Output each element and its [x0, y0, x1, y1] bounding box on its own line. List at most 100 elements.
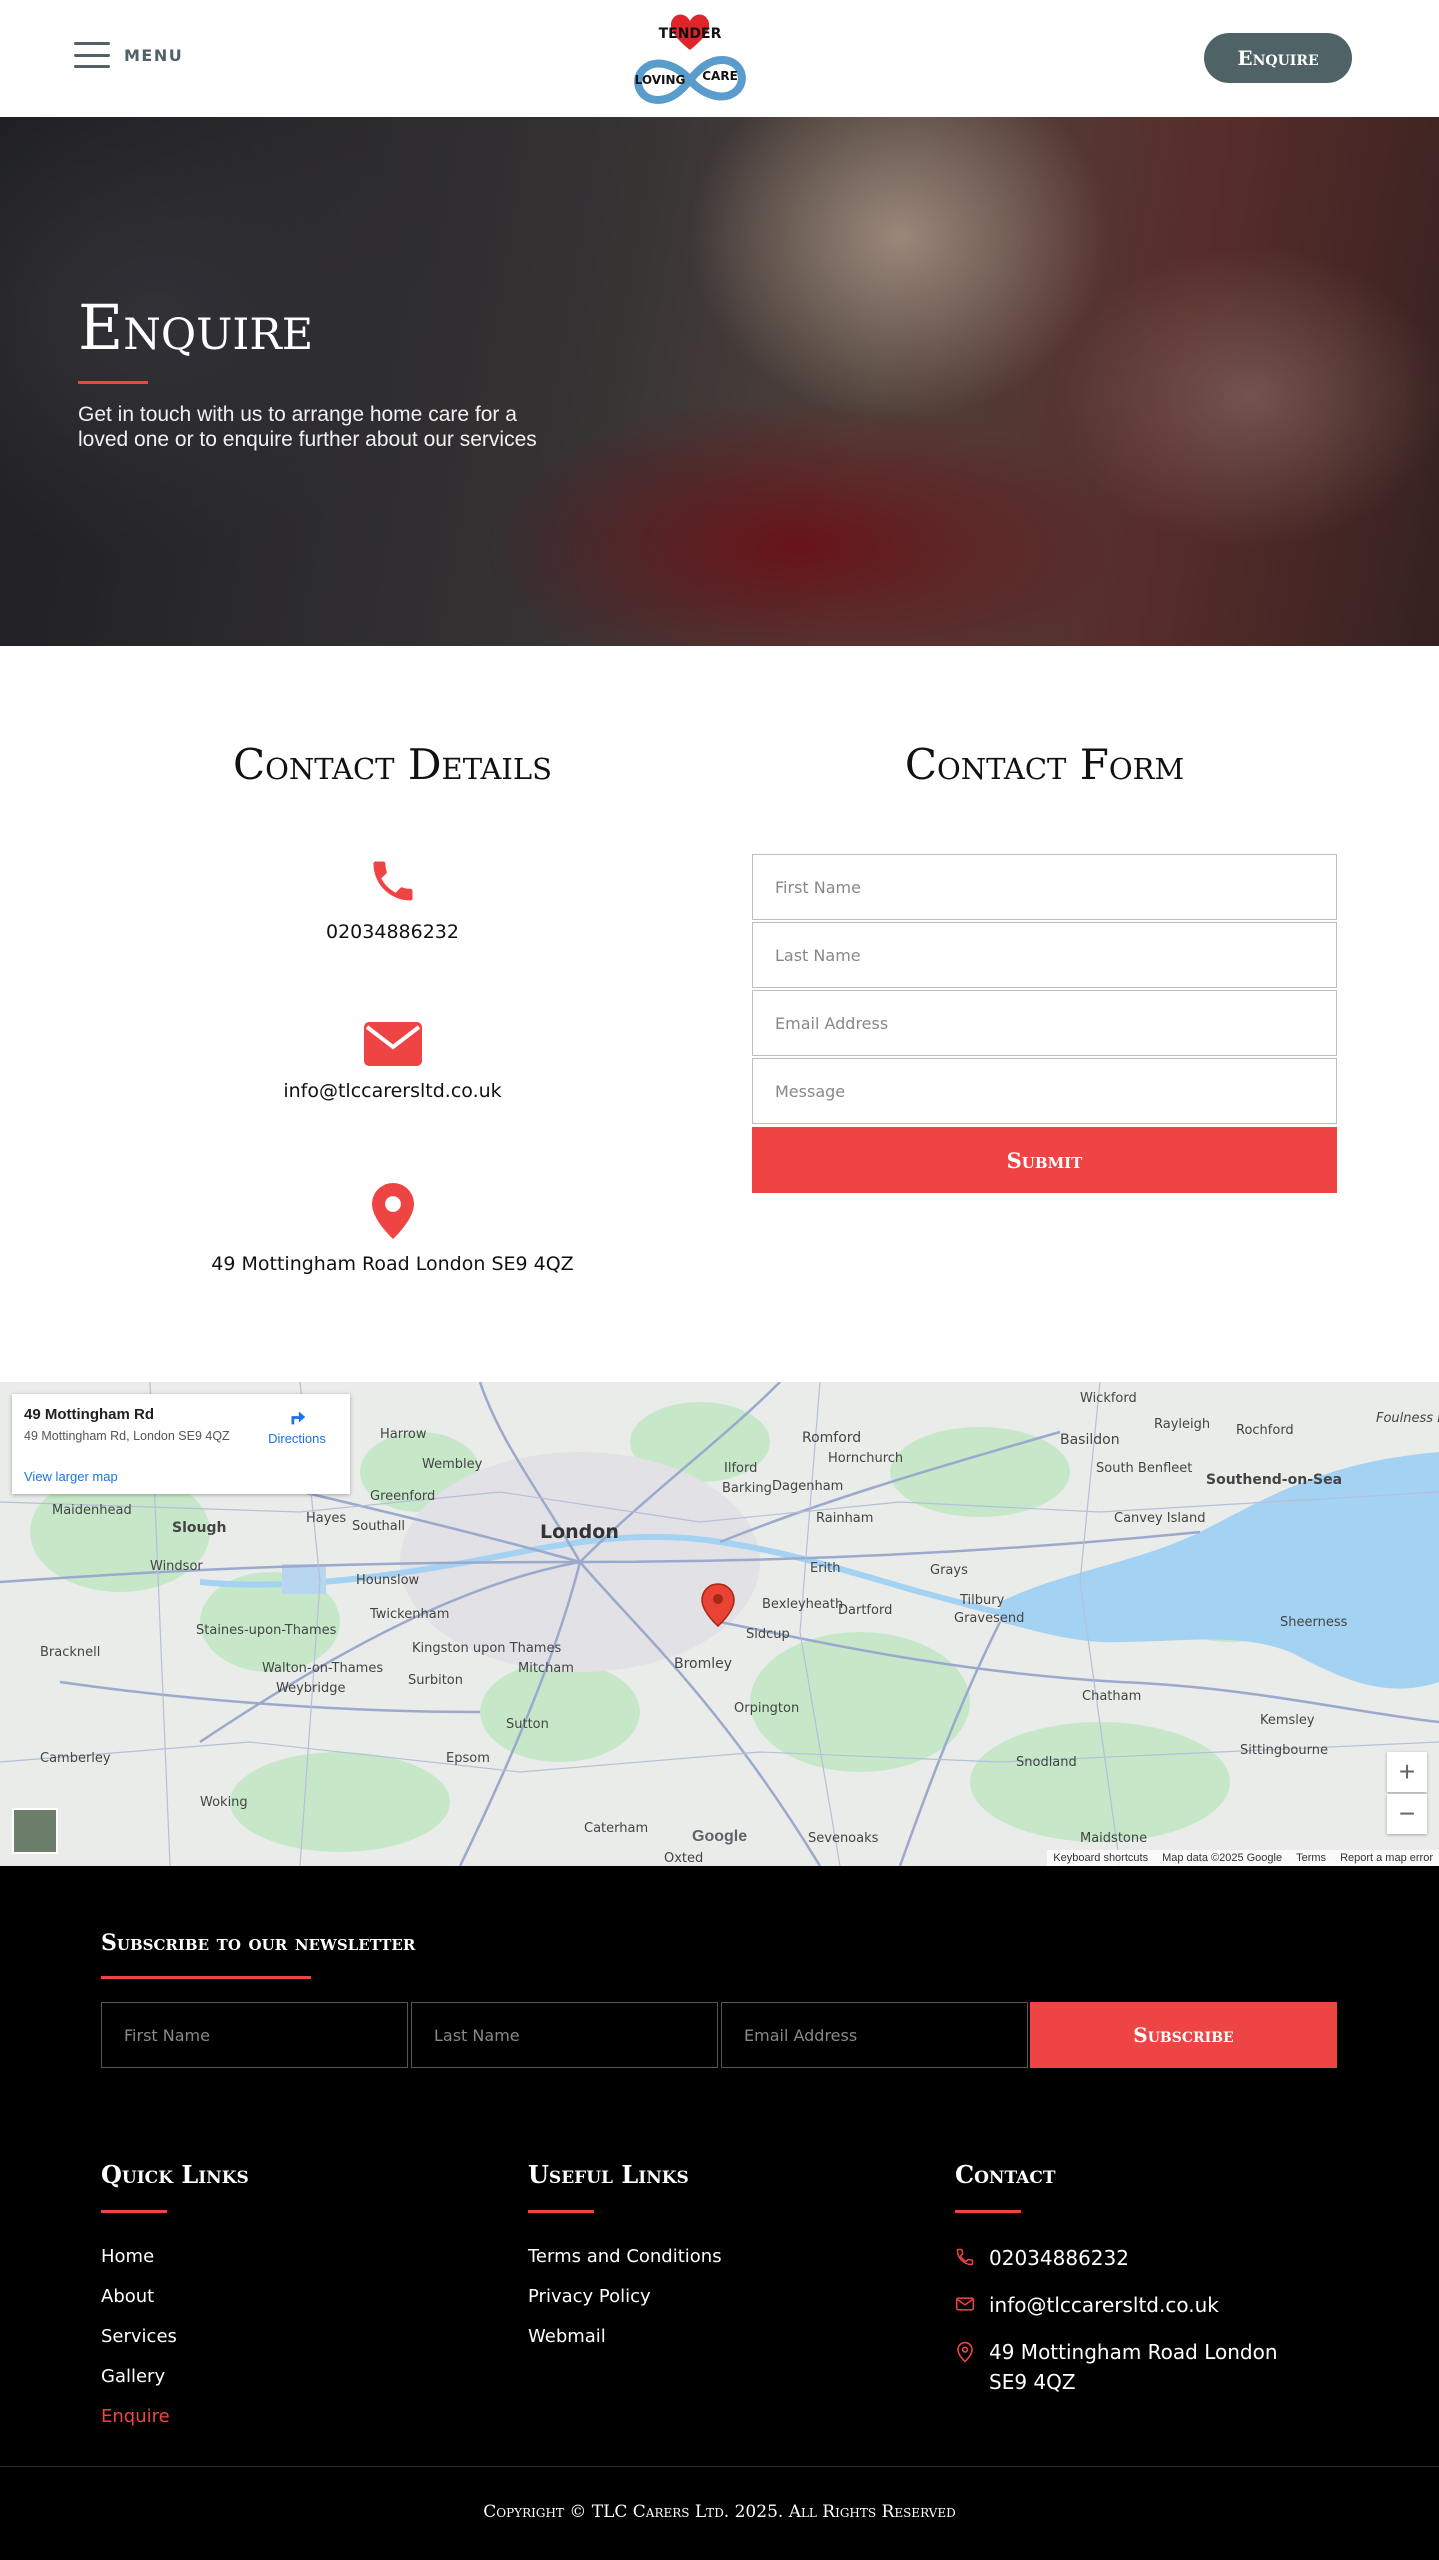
- contact-form-title: Contact Form: [904, 740, 1185, 789]
- svg-text:Ilford: Ilford: [724, 1461, 757, 1476]
- first-name-field[interactable]: [752, 854, 1337, 920]
- svg-text:Epsom: Epsom: [446, 1751, 490, 1766]
- footer-link-about[interactable]: About: [101, 2286, 154, 2307]
- svg-text:Slough: Slough: [172, 1520, 226, 1536]
- footer-divider: [0, 2466, 1439, 2467]
- footer-link-services[interactable]: Services: [101, 2326, 177, 2347]
- title-underline: [78, 381, 148, 384]
- footer-phone-text: 02034886232: [989, 2246, 1129, 2270]
- svg-text:Woking: Woking: [200, 1795, 248, 1810]
- svg-text:Rayleigh: Rayleigh: [1154, 1417, 1210, 1432]
- footer-link-gallery[interactable]: Gallery: [101, 2366, 165, 2387]
- svg-text:Southend-on-Sea: Southend-on-Sea: [1206, 1472, 1342, 1488]
- terms-link[interactable]: Terms: [1296, 1852, 1326, 1864]
- newsletter-last-name-field[interactable]: [411, 2002, 718, 2068]
- directions-button[interactable]: Directions: [262, 1406, 332, 1446]
- subscribe-button[interactable]: Subscribe: [1030, 2002, 1337, 2068]
- phone-detail: 02034886232: [150, 855, 635, 943]
- address-text: 49 Mottingham Road London SE9 4QZ: [211, 1253, 574, 1275]
- email-address[interactable]: info@tlccarersltd.co.uk: [283, 1080, 501, 1102]
- quick-links-underline: [101, 2210, 167, 2213]
- map-info-card: 49 Mottingham Rd 49 Mottingham Rd, Londo…: [12, 1394, 350, 1494]
- location-map[interactable]: London Slough Windsor Maidenhead Romford…: [0, 1382, 1439, 1866]
- svg-text:Greenford: Greenford: [370, 1489, 435, 1504]
- footer-address: 49 Mottingham Road London SE9 4QZ: [955, 2337, 1315, 2397]
- svg-text:Maidstone: Maidstone: [1080, 1831, 1147, 1846]
- zoom-in-button[interactable]: +: [1387, 1752, 1427, 1792]
- last-name-field[interactable]: [752, 922, 1337, 988]
- svg-text:Gravesend: Gravesend: [954, 1611, 1024, 1626]
- satellite-toggle[interactable]: [12, 1808, 58, 1854]
- svg-text:Dartford: Dartford: [838, 1603, 892, 1618]
- svg-text:Maidenhead: Maidenhead: [52, 1503, 132, 1518]
- svg-text:Tilbury: Tilbury: [959, 1593, 1005, 1608]
- svg-text:Harrow: Harrow: [380, 1427, 427, 1442]
- newsletter-underline: [101, 1976, 311, 1979]
- svg-text:TENDER: TENDER: [659, 26, 722, 42]
- view-larger-map-link[interactable]: View larger map: [24, 1469, 118, 1484]
- directions-icon: [291, 1411, 306, 1425]
- svg-text:Weybridge: Weybridge: [276, 1681, 346, 1696]
- svg-text:Sheerness: Sheerness: [1280, 1615, 1348, 1630]
- report-error-link[interactable]: Report a map error: [1340, 1852, 1433, 1864]
- svg-text:Foulness Island: Foulness Island: [1376, 1411, 1439, 1426]
- svg-text:Rochford: Rochford: [1236, 1423, 1294, 1438]
- footer-link-privacy[interactable]: Privacy Policy: [528, 2286, 651, 2307]
- svg-text:Hayes: Hayes: [306, 1511, 346, 1526]
- phone-icon: [956, 2248, 974, 2266]
- svg-text:Windsor: Windsor: [150, 1559, 203, 1574]
- map-data-credit: Map data ©2025 Google: [1162, 1852, 1283, 1864]
- svg-text:Rainham: Rainham: [816, 1511, 873, 1526]
- phone-icon: [373, 861, 412, 901]
- phone-number[interactable]: 02034886232: [326, 921, 459, 943]
- directions-label: Directions: [268, 1431, 326, 1446]
- footer-contact-title: Contact: [955, 2160, 1056, 2189]
- footer-link-terms[interactable]: Terms and Conditions: [528, 2246, 722, 2267]
- svg-text:South Benfleet: South Benfleet: [1096, 1461, 1192, 1476]
- svg-text:Camberley: Camberley: [40, 1751, 111, 1766]
- address-detail: 49 Mottingham Road London SE9 4QZ: [150, 1183, 635, 1275]
- contact-details-title: Contact Details: [233, 740, 552, 789]
- zoom-out-button[interactable]: −: [1387, 1794, 1427, 1834]
- svg-text:Hornchurch: Hornchurch: [828, 1451, 903, 1466]
- svg-text:Bexleyheath: Bexleyheath: [762, 1597, 843, 1612]
- svg-text:Southall: Southall: [352, 1519, 405, 1534]
- svg-text:CARE: CARE: [702, 69, 738, 83]
- site-header: MENU TENDER LOVING CARE Enquire: [0, 0, 1439, 117]
- copyright-text: Copyright © TLC Carers Ltd. 2025. All Ri…: [483, 2502, 956, 2522]
- svg-text:Bracknell: Bracknell: [40, 1645, 100, 1660]
- footer-link-webmail[interactable]: Webmail: [528, 2326, 606, 2347]
- svg-text:Sittingbourne: Sittingbourne: [1240, 1743, 1328, 1758]
- svg-text:Snodland: Snodland: [1016, 1755, 1077, 1770]
- enquire-button[interactable]: Enquire: [1204, 33, 1352, 83]
- email-field[interactable]: [752, 990, 1337, 1056]
- svg-text:Dagenham: Dagenham: [772, 1479, 843, 1494]
- logo[interactable]: TENDER LOVING CARE: [620, 8, 760, 108]
- svg-text:Oxted: Oxted: [664, 1851, 703, 1866]
- map-attribution: Keyboard shortcuts Map data ©2025 Google…: [1047, 1850, 1439, 1866]
- envelope-icon: [363, 1022, 422, 1066]
- svg-text:Caterham: Caterham: [584, 1821, 648, 1836]
- site-footer: Subscribe to our newsletter Subscribe Qu…: [0, 1866, 1439, 2560]
- svg-text:Canvey Island: Canvey Island: [1114, 1511, 1205, 1526]
- map-pin-icon: [371, 1183, 414, 1239]
- svg-text:Romford: Romford: [802, 1430, 861, 1446]
- envelope-icon: [955, 2297, 975, 2311]
- message-field[interactable]: [752, 1058, 1337, 1124]
- svg-text:Basildon: Basildon: [1060, 1432, 1120, 1448]
- svg-text:Walton-on-Thames: Walton-on-Thames: [262, 1661, 383, 1676]
- newsletter-first-name-field[interactable]: [101, 2002, 408, 2068]
- footer-address-text: 49 Mottingham Road London SE9 4QZ: [989, 2340, 1278, 2394]
- footer-email-text: info@tlccarersltd.co.uk: [989, 2293, 1219, 2317]
- quick-links-title: Quick Links: [101, 2160, 249, 2189]
- footer-link-enquire[interactable]: Enquire: [101, 2406, 170, 2427]
- newsletter-email-field[interactable]: [721, 2002, 1028, 2068]
- footer-link-home[interactable]: Home: [101, 2246, 154, 2267]
- useful-links-title: Useful Links: [528, 2160, 689, 2189]
- svg-text:Sidcup: Sidcup: [746, 1627, 790, 1642]
- footer-email[interactable]: info@tlccarersltd.co.uk: [955, 2290, 1219, 2320]
- keyboard-shortcuts-link[interactable]: Keyboard shortcuts: [1053, 1852, 1148, 1864]
- menu-button[interactable]: MENU: [74, 42, 183, 68]
- footer-phone[interactable]: 02034886232: [955, 2243, 1129, 2273]
- submit-button[interactable]: Submit: [752, 1127, 1337, 1193]
